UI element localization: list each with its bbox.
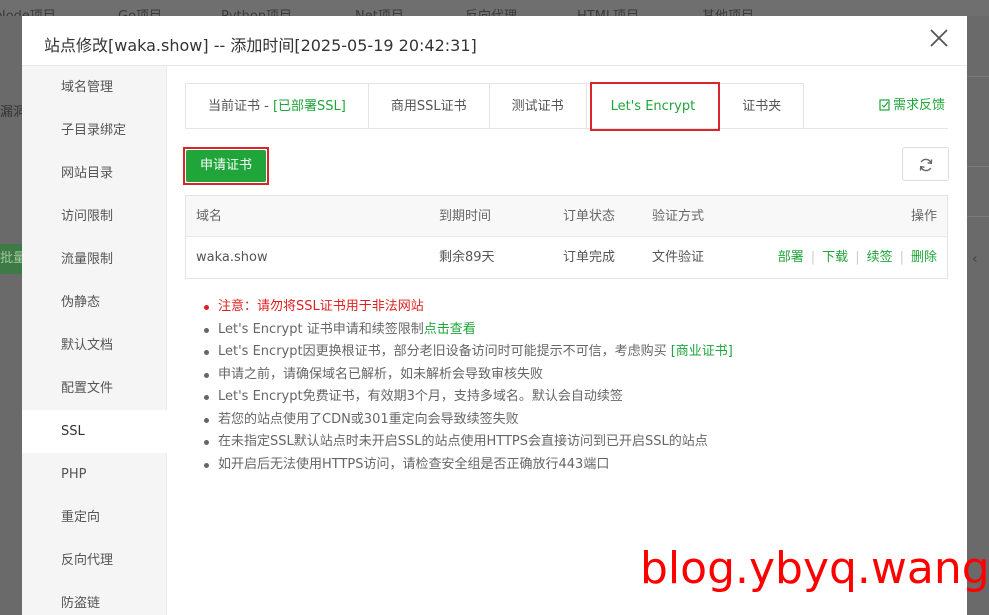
tab-current-cert[interactable]: 当前证书 - [已部署SSL] [186,84,369,129]
sidebar-item-ssl[interactable]: SSL [22,410,167,453]
separator: | [810,250,816,265]
col-status: 订单状态 [563,209,616,224]
watermark: blog.ybyq.wang [640,543,989,594]
sidebar-item-redirect[interactable]: 重定向 [22,496,167,539]
note-security-group: 如开启后无法使用HTTPS访问，请检查安全组是否正确放行443端口 [202,454,733,477]
close-icon[interactable] [928,27,950,49]
modal-title: 站点修改[waka.show] -- 添加时间[2025-05-19 20:42… [44,36,477,55]
table-header: 域名 到期时间 订单状态 验证方式 操作 [186,196,947,237]
bg-nav-item: Go项目 [118,5,162,16]
row-status: 订单完成 [563,250,616,265]
sidebar-item-rewrite[interactable]: 伪静态 [22,281,167,324]
note-default-site: 在未指定SSL默认站点时未开启SSL的站点使用HTTPS会直接访问到已开启SSL… [202,431,733,454]
background-left-strip: 漏洞 批量 [0,16,26,615]
sidebar-item-subdirectory[interactable]: 子目录绑定 [22,109,167,152]
bg-left-green-button: 批量 [0,244,22,274]
sidebar-item-php[interactable]: PHP [22,453,167,496]
bg-nav-item: Python项目 [221,5,292,16]
note-root-cert: Let's Encrypt因更换根证书，部分老旧设备访问时可能提示不可信，考虑购… [202,341,733,364]
bg-divider [967,76,989,77]
note-cdn: 若您的站点使用了CDN或301重定向会导致续签失败 [202,409,733,432]
col-expire: 到期时间 [439,209,492,224]
background-top-nav: Node项目 Go项目 Python项目 Net项目 反向代理 HTML项目 其… [0,0,989,16]
note-warning: 注意：请勿将SSL证书用于非法网站 [202,296,733,319]
ssl-notes-list: 注意：请勿将SSL证书用于非法网站 Let's Encrypt 证书申请和续签限… [202,296,733,476]
col-domain: 域名 [196,209,223,224]
note-limits-text: Let's Encrypt 证书申请和续签限制 [218,321,424,337]
download-link[interactable]: 下载 [822,250,848,265]
table-row: waka.show 剩余89天 订单完成 文件验证 部署 | 下载 | 续签 | 删除 [186,237,947,278]
refresh-icon [919,158,933,172]
sidebar-item-access-limit[interactable]: 访问限制 [22,195,167,238]
row-domain: waka.show [196,250,268,265]
bg-divider [967,216,989,217]
sidebar-item-default-doc[interactable]: 默认文档 [22,324,167,367]
apply-cert-button[interactable]: 申请证书 [186,150,266,182]
note-dns: 申请之前，请确保域名已解析，如未解析会导致审核失败 [202,364,733,387]
note-root-cert-text: Let's Encrypt因更换根证书，部分老旧设备访问时可能提示不可信，考虑购… [218,344,671,359]
sidebar-item-domains[interactable]: 域名管理 [22,66,167,109]
background-right-strip: ‹ [967,16,989,615]
tab-current-cert-status: [已部署SSL] [272,99,346,114]
renew-link[interactable]: 续签 [867,250,893,265]
settings-sidebar: 域名管理 子目录绑定 网站目录 访问限制 流量限制 伪静态 默认文档 配置文件 … [22,66,167,615]
row-verify: 文件验证 [652,250,705,265]
sidebar-item-hotlink[interactable]: 防盗链 [22,582,167,615]
col-ops: 操作 [910,209,937,224]
tab-test-cert[interactable]: 测试证书 [489,84,587,129]
bg-nav-item: Node项目 [0,5,56,16]
tab-commercial-ssl[interactable]: 商用SSL证书 [368,84,490,129]
refresh-button[interactable] [902,147,949,181]
modal-header: 站点修改[waka.show] -- 添加时间[2025-05-19 20:42… [22,16,967,66]
sidebar-item-site-directory[interactable]: 网站目录 [22,152,167,195]
feedback-icon [879,99,890,111]
tabs-divider [185,128,948,129]
separator: | [899,250,904,265]
row-actions: 部署 | 下载 | 续签 | 删除 [778,237,937,278]
sidebar-item-traffic-limit[interactable]: 流量限制 [22,238,167,281]
bg-nav-item: 其他项目 [702,5,754,16]
ssl-tabs: 当前证书 - [已部署SSL] 商用SSL证书 测试证书 Let's Encry… [185,83,805,130]
tab-current-cert-label: 当前证书 - [208,99,273,114]
feedback-link[interactable]: 需求反馈 [879,94,945,113]
bg-nav-item: 反向代理 [465,5,517,16]
bg-nav-item: Net项目 [355,5,404,16]
feedback-label: 需求反馈 [893,98,946,113]
col-verify: 验证方式 [652,209,705,224]
bg-divider [967,166,989,167]
sidebar-item-config-file[interactable]: 配置文件 [22,367,167,410]
site-edit-modal: 站点修改[waka.show] -- 添加时间[2025-05-19 20:42… [22,16,967,615]
bg-nav-item: HTML项目 [577,5,639,16]
note-limits: Let's Encrypt 证书申请和续签限制点击查看 [202,319,733,342]
tab-cert-folder[interactable]: 证书夹 [720,84,804,129]
separator: | [855,250,860,265]
tab-letsencrypt[interactable]: Let's Encrypt [586,84,721,130]
sidebar-item-reverse-proxy[interactable]: 反向代理 [22,539,167,582]
commercial-cert-link[interactable]: [商业证书] [671,344,733,359]
delete-link[interactable]: 删除 [911,250,937,265]
bg-chevron-left-icon: ‹ [972,251,978,267]
deploy-link[interactable]: 部署 [778,250,804,265]
row-expire: 剩余89天 [439,250,495,265]
cert-order-table: 域名 到期时间 订单状态 验证方式 操作 waka.show 剩余89天 订单完… [185,195,948,279]
view-limits-link[interactable]: 点击查看 [424,322,476,337]
note-validity: Let's Encrypt免费证书，有效期3个月，支持多域名。默认会自动续签 [202,386,733,409]
